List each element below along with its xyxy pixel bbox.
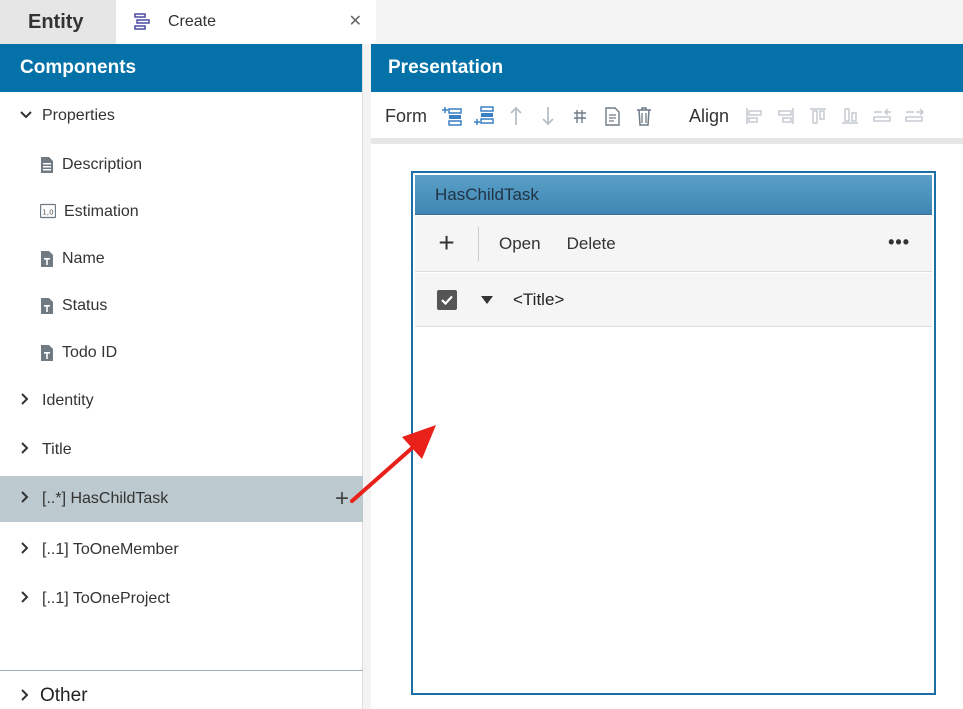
svg-text:1,0: 1,0	[42, 209, 53, 217]
tree-item-name[interactable]: Name	[0, 247, 363, 271]
align-left-icon[interactable]	[743, 105, 765, 127]
presentation-panel: Presentation Form Align HasChildTask + O…	[371, 44, 963, 709]
number-icon: 1,0	[39, 203, 57, 221]
delete-button[interactable]: Delete	[567, 234, 616, 254]
tree-item-label: Title	[42, 441, 72, 458]
widget-toolbar: + Open Delete •••	[415, 216, 932, 272]
tab-entity[interactable]: Entity	[0, 0, 116, 44]
tree-item-todo-id[interactable]: Todo ID	[0, 341, 363, 365]
tree-item-label: [..1] ToOneProject	[42, 590, 170, 607]
form-layout-icon	[134, 13, 150, 31]
expand-width-icon[interactable]	[903, 105, 925, 127]
tree-item-identity[interactable]: Identity	[0, 389, 363, 413]
text-field-icon	[40, 344, 54, 362]
chevron-right-icon[interactable]	[20, 392, 32, 410]
close-icon[interactable]: ✕	[349, 11, 362, 31]
more-options-icon[interactable]: •••	[888, 232, 910, 253]
chevron-down-icon[interactable]	[20, 107, 32, 125]
presentation-header: Presentation	[371, 44, 963, 92]
trash-icon[interactable]	[633, 105, 655, 127]
chevron-right-icon[interactable]	[20, 590, 32, 608]
tree-item-other[interactable]: Other	[0, 684, 88, 708]
components-panel: Components Properties Description 1,0 Es…	[0, 44, 363, 709]
select-all-checkbox[interactable]	[437, 289, 457, 310]
tree-item-estimation[interactable]: 1,0 Estimation	[0, 200, 363, 224]
text-field-icon	[40, 250, 54, 268]
tab-bar: Entity Create ✕	[0, 0, 963, 44]
chevron-right-icon[interactable]	[20, 541, 32, 559]
document-icon[interactable]	[601, 105, 623, 127]
tree-item-label: [..*] HasChildTask	[42, 490, 169, 507]
column-header-title[interactable]: <Title>	[513, 290, 564, 310]
insert-above-icon[interactable]	[441, 105, 463, 127]
tab-create[interactable]: Create ✕	[116, 0, 376, 44]
form-label: Form	[385, 105, 427, 126]
add-button[interactable]: +	[415, 226, 479, 261]
tab-entity-label: Entity	[28, 10, 84, 33]
annotation-arrow	[350, 425, 436, 503]
haschildtask-widget[interactable]: HasChildTask + Open Delete ••• <Title>	[411, 171, 936, 695]
tree-item-label: Todo ID	[62, 344, 118, 361]
sort-down-icon[interactable]	[481, 295, 493, 304]
align-right-icon[interactable]	[775, 105, 797, 127]
align-top-icon[interactable]	[807, 105, 829, 127]
align-bottom-icon[interactable]	[839, 105, 861, 127]
tree-item-properties[interactable]: Properties	[0, 104, 363, 128]
tree-item-title[interactable]: Title	[0, 438, 363, 462]
tree-item-toonemember[interactable]: [..1] ToOneMember	[0, 538, 363, 562]
tree-item-label: Estimation	[64, 203, 139, 220]
tree-item-label: Other	[40, 685, 88, 706]
widget-title: HasChildTask	[415, 175, 932, 215]
move-up-icon[interactable]	[505, 105, 527, 127]
move-down-icon[interactable]	[537, 105, 559, 127]
open-button[interactable]: Open	[499, 234, 541, 254]
components-header: Components	[0, 44, 362, 92]
chevron-right-icon[interactable]	[20, 685, 30, 707]
tree-item-haschildtask[interactable]: [..*] HasChildTask +	[0, 476, 363, 522]
tree-item-label: Identity	[42, 392, 94, 409]
table-header-row: <Title>	[415, 273, 932, 327]
presentation-toolbar: Form Align	[371, 94, 963, 144]
text-field-icon	[40, 297, 54, 315]
shrink-width-icon[interactable]	[871, 105, 893, 127]
tree-item-status[interactable]: Status	[0, 294, 363, 318]
tab-create-label: Create	[168, 13, 217, 30]
insert-below-icon[interactable]	[473, 105, 495, 127]
tree-item-tooneproject[interactable]: [..1] ToOneProject	[0, 587, 363, 611]
tree-item-label: [..1] ToOneMember	[42, 541, 179, 558]
chevron-right-icon[interactable]	[20, 490, 32, 508]
tree-item-description[interactable]: Description	[0, 153, 363, 177]
grid-icon[interactable]	[569, 105, 591, 127]
align-label: Align	[689, 105, 730, 126]
divider	[0, 670, 363, 671]
presentation-canvas: HasChildTask + Open Delete ••• <Title>	[371, 156, 963, 709]
tree-item-label: Status	[62, 297, 108, 314]
tree-item-label: Description	[62, 156, 143, 173]
chevron-right-icon[interactable]	[20, 441, 32, 459]
tree-item-label: Name	[62, 250, 105, 267]
document-icon	[40, 156, 54, 174]
tree-item-label: Properties	[42, 107, 115, 124]
